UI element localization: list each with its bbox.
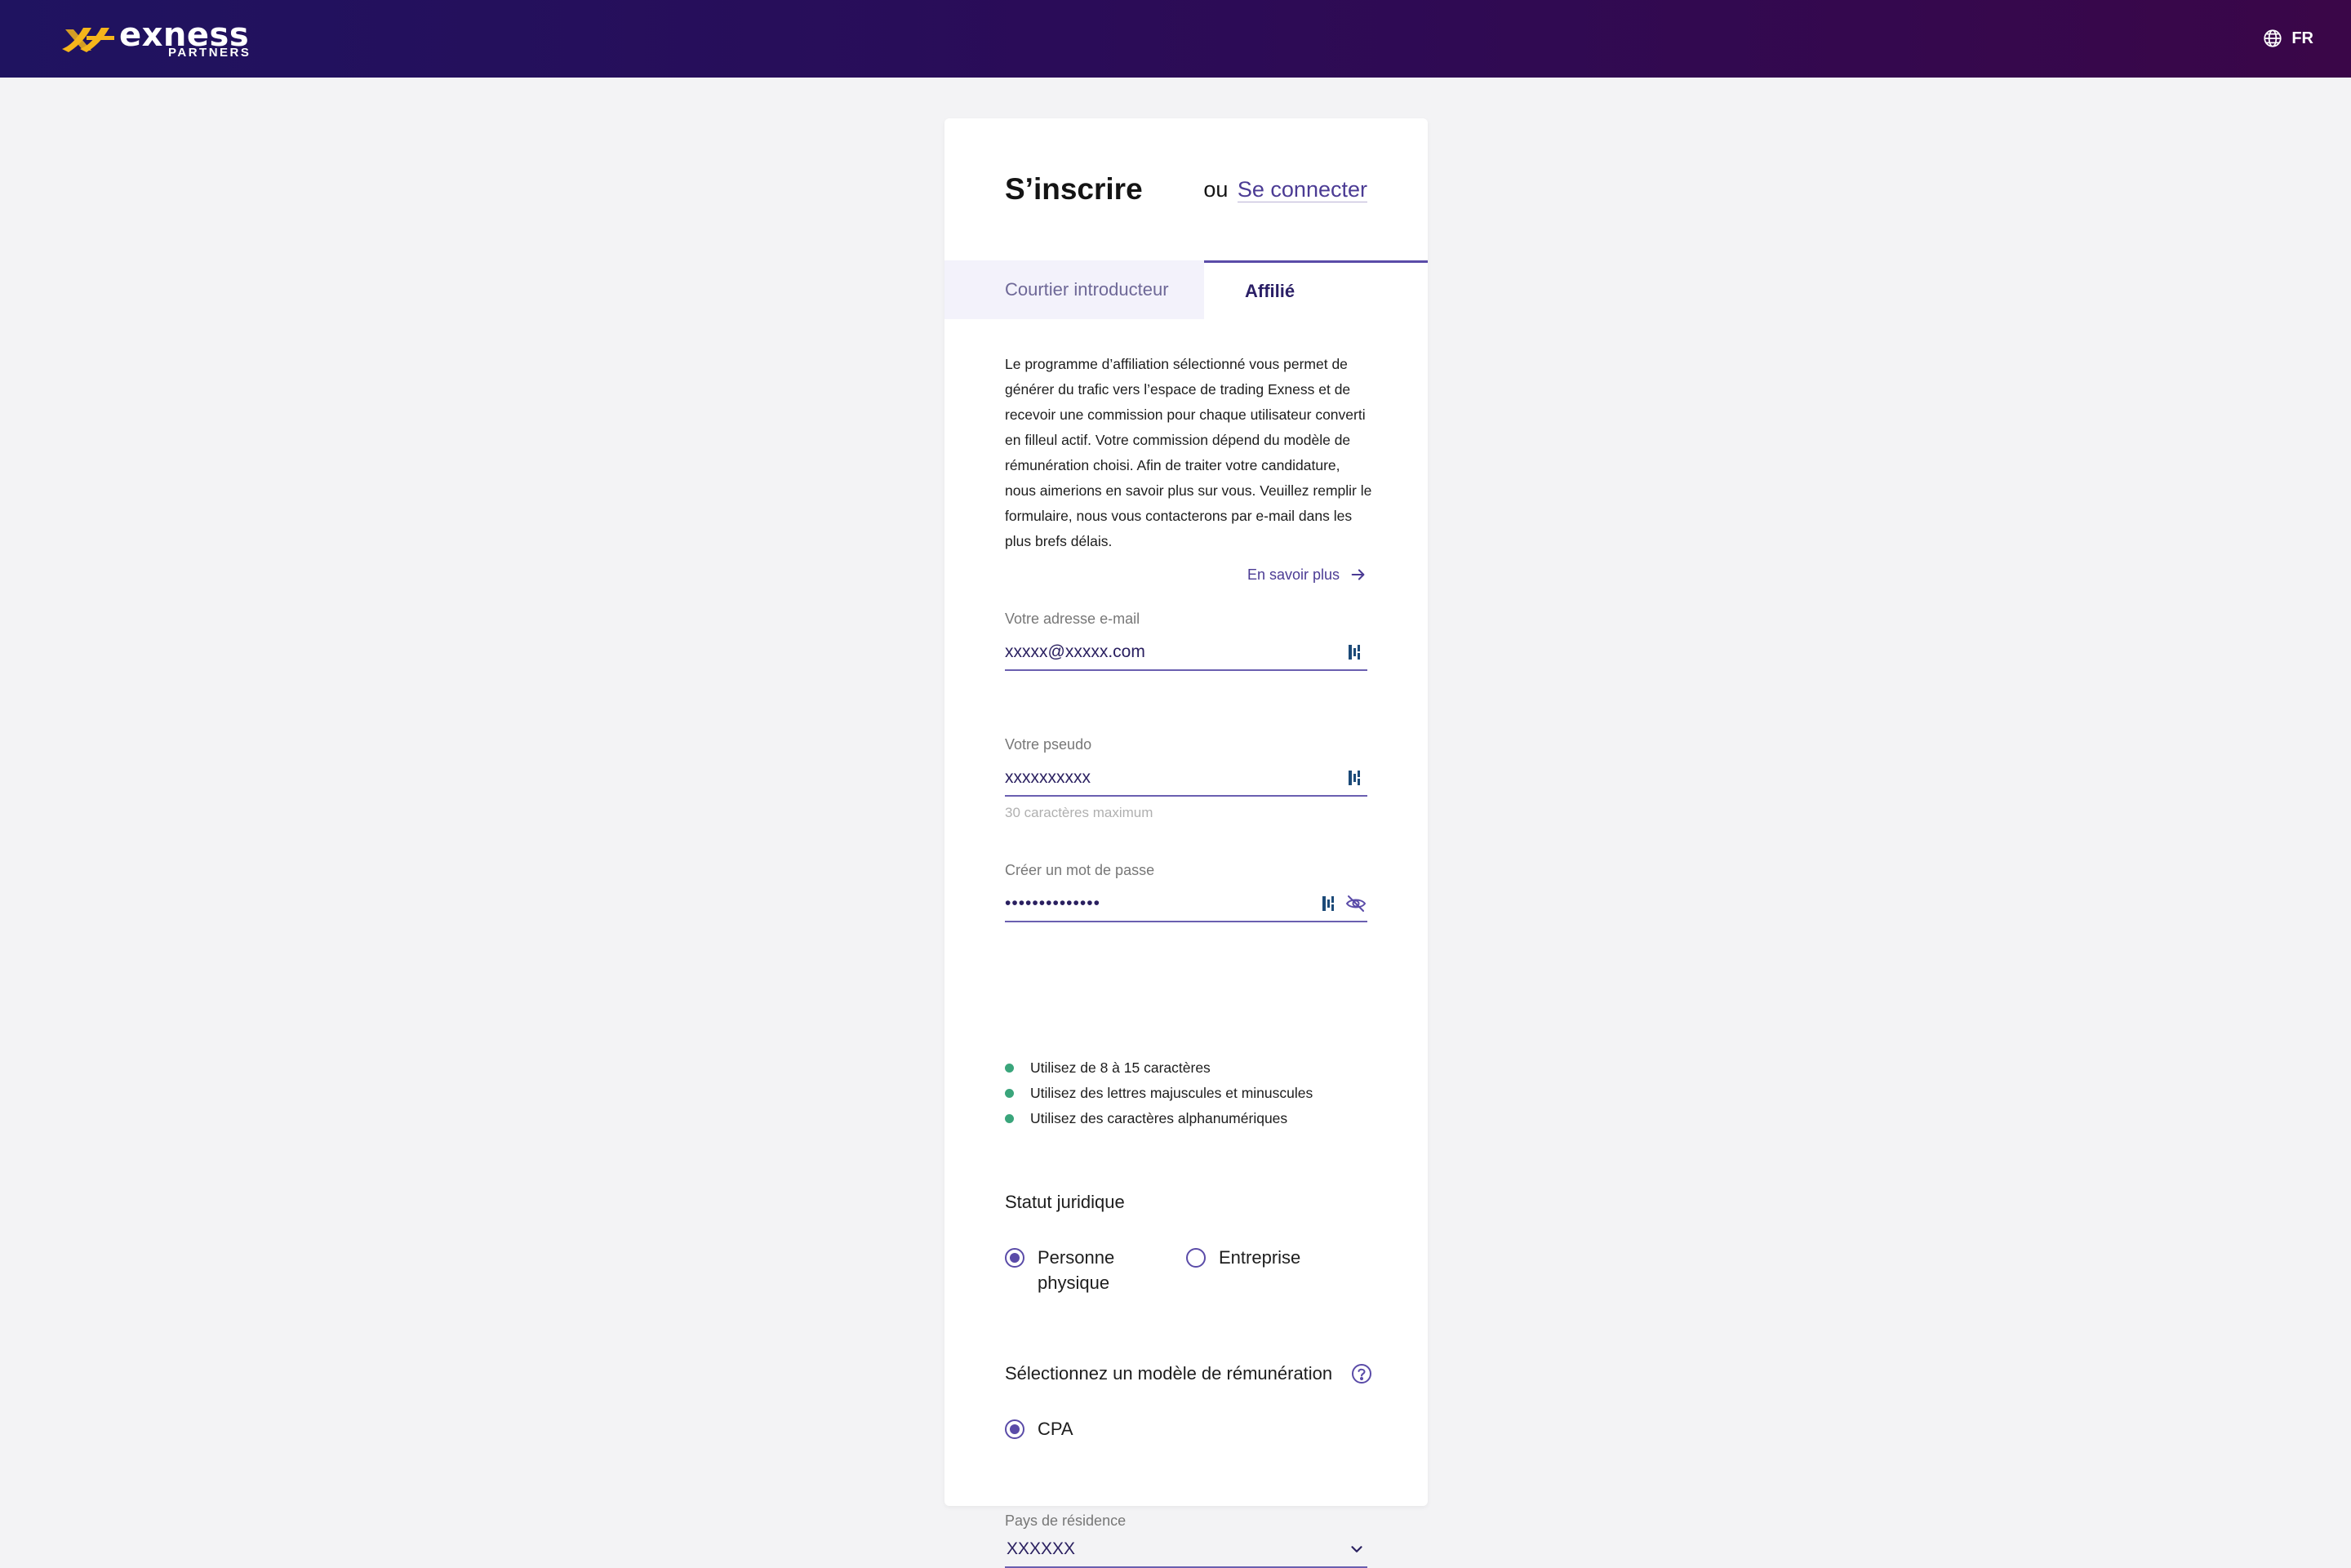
check-dot-icon (1005, 1089, 1014, 1098)
check-dot-icon (1005, 1064, 1014, 1073)
nickname-hint: 30 caractères maximum (1005, 805, 1153, 820)
nickname-input-line (1005, 761, 1367, 797)
nickname-label: Votre pseudo (1005, 736, 1092, 753)
country-field: Pays de résidence XXXXXX (1005, 1392, 1367, 1568)
learn-more-label: En savoir plus (1247, 566, 1340, 583)
password-input-line (1005, 886, 1367, 922)
learn-more-link[interactable]: En savoir plus (1247, 566, 1367, 584)
password-rule: Utilisez des lettres majuscules et minus… (1005, 1081, 1380, 1106)
password-label: Créer un mot de passe (1005, 862, 1155, 878)
logo-subtitle: PARTNERS (168, 46, 251, 60)
nickname-input[interactable] (1005, 768, 1346, 788)
top-header: exness PARTNERS FR (0, 0, 2351, 78)
email-label: Votre adresse e-mail (1005, 611, 1140, 627)
eye-off-icon[interactable] (1344, 894, 1367, 913)
remuneration-label: Sélectionnez un modèle de rémunération (1005, 1363, 1333, 1384)
email-field: Votre adresse e-mail (1005, 611, 1367, 684)
arrow-right-icon (1351, 569, 1365, 580)
password-manager-icon[interactable] (1346, 768, 1364, 788)
nickname-field: Votre pseudo 30 caractères maximum (1005, 736, 1367, 834)
login-link[interactable]: Se connecter (1237, 177, 1367, 202)
password-field: Créer un mot de passe (1005, 862, 1367, 935)
language-selector[interactable]: FR (2262, 26, 2313, 51)
exness-partners-logo[interactable]: exness PARTNERS (59, 16, 249, 64)
rule-text: Utilisez des lettres majuscules et minus… (1030, 1085, 1313, 1101)
country-select[interactable]: XXXXXX (1005, 1532, 1367, 1568)
radio-individual-label: Personne physique (1038, 1247, 1115, 1293)
check-dot-icon (1005, 1114, 1014, 1123)
language-label: FR (2291, 29, 2313, 47)
email-input-line (1005, 635, 1367, 671)
password-rule: Utilisez des caractères alphanumériques (1005, 1106, 1380, 1131)
exness-logo-icon (62, 28, 114, 52)
radio-company[interactable]: Entreprise (1186, 1245, 1300, 1270)
country-value: XXXXXX (1007, 1539, 1076, 1558)
signup-card: S’inscrire ou Se connecter Courtier intr… (944, 118, 1428, 1568)
or-text: ou (1203, 177, 1229, 202)
rule-text: Utilisez de 8 à 15 caractères (1030, 1059, 1211, 1076)
password-rules: Utilisez de 8 à 15 caractères Utilisez d… (1005, 1055, 1380, 1131)
rule-text: Utilisez des caractères alphanumériques (1030, 1110, 1288, 1126)
tab-affiliate[interactable]: Affilié (1204, 260, 1428, 319)
partner-type-tabs: Courtier introducteur Affilié (944, 260, 1428, 319)
page-title: S’inscrire (1005, 172, 1143, 206)
country-label: Pays de résidence (1005, 1512, 1127, 1529)
remuneration-title: Sélectionnez un modèle de rémunération (1005, 1362, 1373, 1385)
password-rule: Utilisez de 8 à 15 caractères (1005, 1055, 1380, 1081)
password-manager-icon[interactable] (1346, 642, 1364, 662)
radio-unchecked-icon (1186, 1248, 1206, 1268)
radio-individual[interactable]: Personne physique (1005, 1245, 1114, 1295)
chevron-down-icon (1351, 1546, 1362, 1552)
password-input[interactable] (1005, 894, 1320, 913)
legal-status-title: Statut juridique (1005, 1192, 1125, 1213)
tab-introducing-broker[interactable]: Courtier introducteur (944, 260, 1204, 319)
password-manager-icon[interactable] (1320, 894, 1338, 913)
radio-checked-icon (1005, 1248, 1024, 1268)
card-header: S’inscrire ou Se connecter (944, 118, 1428, 262)
radio-company-label: Entreprise (1219, 1247, 1301, 1268)
login-prompt: ou Se connecter (1203, 177, 1367, 202)
email-input[interactable] (1005, 642, 1346, 662)
program-description: Le programme d’affiliation sélectionné v… (1005, 356, 1372, 549)
globe-icon (2264, 29, 2282, 47)
help-icon[interactable] (1350, 1362, 1373, 1385)
legal-status-label: Statut juridique (1005, 1192, 1125, 1212)
